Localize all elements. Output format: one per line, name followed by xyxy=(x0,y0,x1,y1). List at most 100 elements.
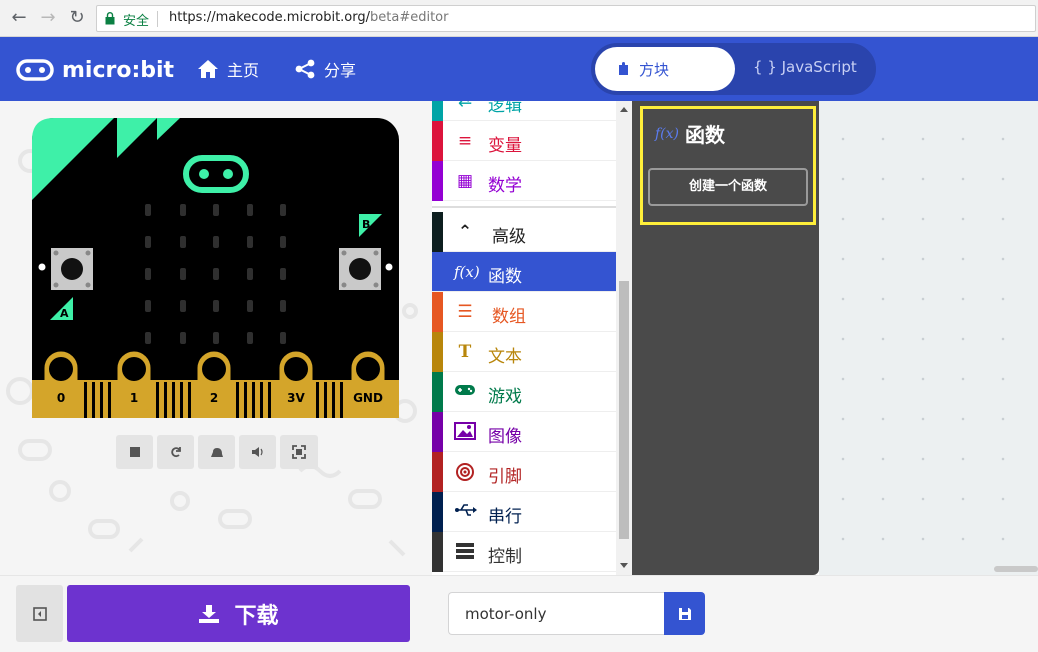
editor-toolbar: 下载 xyxy=(0,575,1038,652)
toolbox-category-game[interactable]: 游戏 xyxy=(432,372,616,412)
home-label: 主页 xyxy=(227,61,260,80)
pin-3v-label: 3V xyxy=(287,391,305,405)
collapse-simulator-button[interactable] xyxy=(16,585,63,642)
function-icon: f(x) xyxy=(454,263,480,281)
fullscreen-button[interactable] xyxy=(280,435,318,469)
blocks-label: 方块 xyxy=(639,60,670,79)
microbit-logo[interactable]: micro:bit xyxy=(16,55,174,85)
save-button[interactable] xyxy=(664,592,705,635)
address-separator xyxy=(157,11,158,27)
app-header: micro:bit 主页 分享 方块 { } JavaScript xyxy=(0,37,1038,101)
javascript-tab[interactable]: { } JavaScript xyxy=(753,58,857,76)
save-icon xyxy=(678,607,691,620)
category-color-bar xyxy=(432,292,443,332)
variables-icon: ≡ xyxy=(457,131,473,151)
category-color-bar xyxy=(432,492,443,532)
url-rest: beta#editor xyxy=(370,10,449,25)
category-label: 图像 xyxy=(488,427,522,447)
fullscreen-icon xyxy=(292,445,306,459)
mute-button[interactable] xyxy=(239,435,276,469)
category-color-bar xyxy=(432,121,443,161)
category-label: 高级 xyxy=(492,227,526,247)
category-label: 游戏 xyxy=(488,387,522,407)
editor-toggle: 方块 { } JavaScript xyxy=(591,43,876,95)
toolbox-category-pins[interactable]: 引脚 xyxy=(432,452,616,492)
toolbox-category-text[interactable]: T 文本 xyxy=(432,332,616,372)
project-name-input[interactable] xyxy=(448,592,664,635)
logo-text: micro:bit xyxy=(62,57,175,83)
puzzle-icon xyxy=(619,62,628,75)
snail-icon xyxy=(210,448,223,457)
function-icon: f(x) xyxy=(655,125,680,142)
simulator-controls xyxy=(116,435,318,469)
chevron-up-icon: ⌃ xyxy=(457,222,473,242)
url-main: https://makecode.microbit.org/ xyxy=(169,10,371,25)
control-icon xyxy=(454,542,476,562)
home-icon xyxy=(198,60,218,78)
download-icon xyxy=(199,604,220,623)
text-icon: T xyxy=(458,342,472,362)
button-b-label: B xyxy=(362,218,370,231)
math-icon: ▦ xyxy=(456,171,474,191)
toolbox-category-serial[interactable]: 串行 xyxy=(432,492,616,532)
toolbox-category-arrays[interactable]: ☰ 数组 xyxy=(432,292,616,332)
toolbox-category-advanced[interactable]: ⌃ 高级 xyxy=(432,212,616,252)
address-bar[interactable]: 安全 https://makecode.microbit.org/beta#ed… xyxy=(96,5,1036,32)
category-color-bar xyxy=(432,452,443,492)
flyout-title-label: 函数 xyxy=(685,123,726,147)
flyout-title: f(x) 函数 xyxy=(655,119,725,148)
pin-2-label: 2 xyxy=(210,391,218,405)
forward-arrow-icon[interactable]: → xyxy=(37,7,59,29)
pin-1-label: 1 xyxy=(130,391,138,405)
toolbox-scrollbar[interactable] xyxy=(616,101,632,575)
category-label: 引脚 xyxy=(488,467,522,487)
share-link[interactable]: 分享 xyxy=(294,57,356,81)
share-icon xyxy=(295,59,315,79)
category-color-bar xyxy=(432,332,443,372)
toolbox-category-functions[interactable]: f(x) 函数 xyxy=(432,252,616,292)
category-color-bar xyxy=(432,101,443,121)
category-color-bar xyxy=(432,372,443,412)
scrollbar-thumb[interactable] xyxy=(619,281,629,539)
pins-icon xyxy=(454,462,476,482)
reload-icon[interactable]: ↻ xyxy=(66,7,88,29)
button-a-label: A xyxy=(60,307,69,320)
category-label: 串行 xyxy=(488,507,522,527)
category-label: 变量 xyxy=(488,136,522,156)
category-label: 函数 xyxy=(488,267,522,287)
workspace-scrollbar[interactable] xyxy=(994,566,1038,572)
microbit-logo-icon xyxy=(16,59,54,81)
category-color-bar xyxy=(432,532,443,572)
pin-0-label: 0 xyxy=(57,391,65,405)
restart-button[interactable] xyxy=(157,435,194,469)
category-color-bar xyxy=(432,412,443,452)
back-arrow-icon[interactable]: ← xyxy=(8,7,30,29)
download-label: 下载 xyxy=(234,603,279,629)
url-text: https://makecode.microbit.org/beta#edito… xyxy=(169,10,448,25)
block-flyout: f(x) 函数 创建一个函数 xyxy=(632,101,819,575)
download-button[interactable]: 下载 xyxy=(67,585,410,642)
create-function-button[interactable]: 创建一个函数 xyxy=(648,168,808,206)
home-link[interactable]: 主页 xyxy=(197,57,259,81)
category-label: 控制 xyxy=(488,547,522,567)
toolbox-category-logic[interactable]: ⇄ 逻辑 xyxy=(432,101,616,121)
stop-icon xyxy=(129,447,140,457)
blocks-workspace[interactable] xyxy=(819,101,1038,575)
usb-icon xyxy=(454,502,477,522)
stop-button[interactable] xyxy=(116,435,153,469)
toolbox-category-math[interactable]: ▦ 数学 xyxy=(432,161,616,201)
category-label: 文本 xyxy=(488,347,522,367)
toolbox-category-variables[interactable]: ≡ 变量 xyxy=(432,121,616,161)
scroll-down-icon[interactable] xyxy=(620,563,628,568)
microbit-board[interactable]: A B 0 1 2 3V GND xyxy=(32,118,399,418)
lock-icon xyxy=(105,12,115,25)
blocks-tab[interactable]: 方块 xyxy=(595,47,735,91)
toolbox-category-images[interactable]: 图像 xyxy=(432,412,616,452)
share-label: 分享 xyxy=(324,61,357,80)
scroll-up-icon[interactable] xyxy=(620,107,628,112)
pin-gnd-label: GND xyxy=(353,391,383,405)
slow-mode-button[interactable] xyxy=(198,435,235,469)
category-label: 数学 xyxy=(488,176,522,196)
toolbox-category-control[interactable]: 控制 xyxy=(432,532,616,572)
gamepad-icon xyxy=(454,382,476,402)
